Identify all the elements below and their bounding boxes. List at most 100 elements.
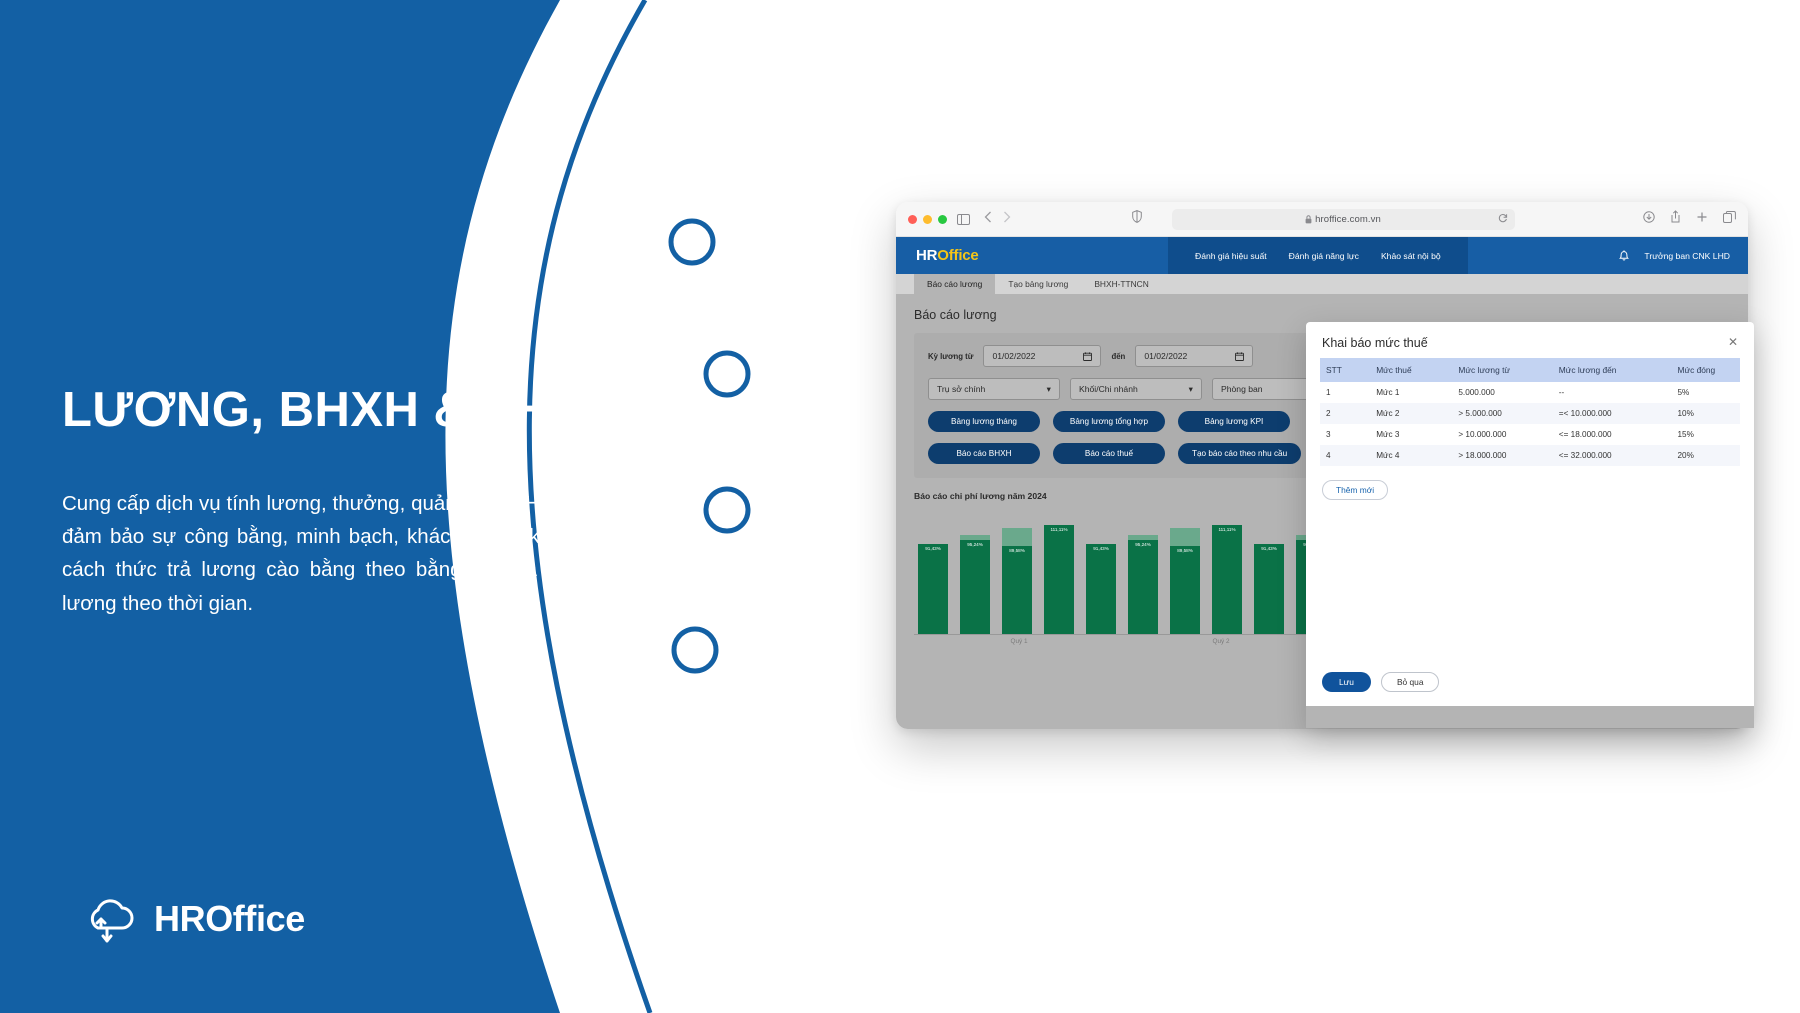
chart-x-tick-label: Quý 1 — [1010, 638, 1028, 645]
hero-body-text: Cung cấp dịch vụ tính lương, thưởng, quả… — [62, 492, 682, 615]
column-header-muc-luong-den: Mức lương đến — [1552, 358, 1672, 382]
nav-item-khao-sat-noi-bo[interactable]: Khảo sát nội bộ — [1370, 251, 1452, 261]
chart-bar: 89,58% — [1002, 528, 1032, 634]
tax-rate-modal: Khai báo mức thuế ✕ STT Mức thuế Mức lươ… — [1306, 322, 1754, 728]
button-bang-luong-thang[interactable]: Bảng lương tháng — [928, 411, 1040, 432]
top-navigation: Đánh giá hiệu suất Đánh giá năng lực Khả… — [1168, 237, 1468, 274]
sidebar-toggle-icon[interactable] — [957, 213, 970, 225]
tab-bao-cao-luong[interactable]: Báo cáo lương — [914, 274, 996, 294]
reload-icon[interactable] — [1498, 210, 1508, 228]
modal-footer: Lưu Bỏ qua — [1306, 660, 1754, 706]
period-to-value: 01/02/2022 — [1144, 351, 1188, 361]
chart-bar-label: 111,11% — [1050, 526, 1068, 532]
table-row[interactable]: 3 Mức 3 > 10.000.000 <= 18.000.000 15% — [1320, 424, 1740, 445]
plus-icon[interactable] — [1696, 210, 1708, 228]
column-header-muc-dong: Mức đóng — [1671, 358, 1740, 382]
tax-rate-table: STT Mức thuế Mức lương từ Mức lương đến … — [1320, 358, 1740, 466]
cell-muc-thue: Mức 3 — [1376, 430, 1400, 439]
cell-muc-luong-den: <= 32.000.000 — [1558, 451, 1612, 460]
close-window-button[interactable] — [908, 214, 917, 224]
chart-bar: 111,11% — [1212, 524, 1242, 634]
select-tru-so-chinh[interactable]: Trụ sở chính ▾ — [928, 378, 1060, 400]
download-icon[interactable] — [1643, 210, 1655, 228]
window-controls[interactable] — [908, 214, 947, 224]
cell-muc-dong: 10% — [1677, 409, 1694, 418]
chevron-left-icon[interactable] — [984, 210, 992, 228]
app-tabbar: Báo cáo lương Tạo bảng lương BHXH-TTNCN — [896, 274, 1748, 294]
button-bao-cao-bhxh[interactable]: Báo cáo BHXH — [928, 443, 1040, 464]
maximize-window-button[interactable] — [938, 214, 947, 224]
shield-icon[interactable] — [1131, 210, 1142, 228]
close-icon[interactable]: ✕ — [1728, 336, 1738, 348]
cell-stt: 4 — [1326, 451, 1331, 460]
chart-bar-label: 91,43% — [925, 545, 941, 551]
modal-body: STT Mức thuế Mức lương từ Mức lương đến … — [1306, 358, 1754, 660]
period-to-label: đến — [1111, 351, 1126, 361]
slide-canvas: LƯƠNG, BHXH & THUẾ Cung cấp dịch vụ tính… — [0, 0, 1800, 1013]
tab-overview-icon[interactable] — [1723, 210, 1736, 228]
cell-muc-luong-den: <= 18.000.000 — [1558, 430, 1612, 439]
select-khoi-chi-nhanh[interactable]: Khối/Chi nhánh ▾ — [1070, 378, 1202, 400]
header-right-cluster: Trưởng ban CNK LHD — [1618, 237, 1730, 274]
add-new-button[interactable]: Thêm mới — [1322, 480, 1389, 500]
button-bang-luong-kpi[interactable]: Bảng lương KPI — [1178, 411, 1290, 432]
minimize-window-button[interactable] — [923, 214, 932, 224]
period-from-value: 01/02/2022 — [992, 351, 1036, 361]
cell-muc-luong-den: =< 10.000.000 — [1558, 409, 1612, 418]
cell-muc-dong: 20% — [1677, 451, 1694, 460]
period-to-input[interactable]: 01/02/2022 — [1135, 345, 1254, 367]
page-title: LƯƠNG, BHXH & THUẾ — [62, 383, 619, 437]
chart-bar: 91,43% — [1086, 543, 1116, 634]
modal-header: Khai báo mức thuế ✕ — [1306, 322, 1754, 358]
chevron-down-icon: ▾ — [1046, 383, 1051, 394]
period-from-label: Kỳ lương từ — [928, 351, 974, 361]
calendar-icon[interactable] — [1235, 351, 1245, 361]
tab-tao-bang-luong[interactable]: Tạo bảng lương — [995, 274, 1081, 294]
app-logo-hr: HR — [916, 247, 938, 264]
button-tao-bao-cao-theo-nhu-cau[interactable]: Tạo báo cáo theo nhu cầu — [1178, 443, 1302, 464]
chart-bar-label: 89,58% — [1177, 547, 1193, 553]
cell-stt: 2 — [1326, 409, 1331, 418]
cloud-upload-download-icon — [90, 899, 134, 943]
cell-stt: 1 — [1326, 388, 1331, 397]
cell-muc-luong-den: -- — [1558, 388, 1565, 397]
chart-bar-segment-base: 91,43% — [918, 543, 948, 634]
chevron-right-icon[interactable] — [1003, 210, 1011, 228]
chart-bar-label: 95,24% — [1135, 542, 1151, 548]
table-row[interactable]: 1 Mức 1 5.000.000 -- 5% — [1320, 382, 1740, 403]
calendar-icon[interactable] — [1083, 351, 1093, 361]
nav-item-danh-gia-nang-luc[interactable]: Đánh giá năng lực — [1278, 251, 1370, 261]
cell-muc-thue: Mức 4 — [1376, 451, 1400, 460]
select-value: Phòng ban — [1221, 384, 1263, 394]
chart-bar-label: 91,43% — [1093, 545, 1109, 551]
chart-bar: 91,43% — [918, 543, 948, 634]
share-icon[interactable] — [1670, 210, 1681, 228]
chart-bar: 95,24% — [960, 535, 990, 634]
cell-muc-thue: Mức 1 — [1376, 388, 1400, 397]
bell-icon[interactable] — [1618, 249, 1630, 262]
save-button[interactable]: Lưu — [1322, 672, 1371, 692]
chart-bar-label: 89,58% — [1009, 547, 1025, 553]
nav-item-danh-gia-hieu-suat[interactable]: Đánh giá hiệu suất — [1184, 251, 1278, 261]
chart-x-tick-label: Quý 2 — [1212, 638, 1230, 645]
chart-bar: 89,58% — [1170, 528, 1200, 634]
chart-bar-segment-base: 89,58% — [1002, 545, 1032, 634]
tab-bhxh-ttncn[interactable]: BHXH-TTNCN — [1081, 274, 1161, 294]
cell-muc-luong-tu: 5.000.000 — [1458, 388, 1495, 397]
column-header-stt: STT — [1320, 358, 1371, 382]
cancel-button[interactable]: Bỏ qua — [1380, 672, 1440, 692]
period-from-input[interactable]: 01/02/2022 — [983, 345, 1102, 367]
app-logo-office: Office — [937, 247, 979, 264]
browser-toolbar: hroffice.com.vn — [896, 202, 1748, 237]
address-bar[interactable]: hroffice.com.vn — [1171, 208, 1515, 230]
chart-bar: 91,43% — [1254, 543, 1284, 634]
chart-bar-segment-base: 91,43% — [1086, 543, 1116, 634]
chart-bar-segment-base: 111,11% — [1212, 524, 1242, 634]
table-row[interactable]: 4 Mức 4 > 18.000.000 <= 32.000.000 20% — [1320, 445, 1740, 466]
user-name-label[interactable]: Trưởng ban CNK LHD — [1644, 251, 1730, 261]
app-logo[interactable]: HROffice — [916, 247, 979, 264]
modal-bottom-strip — [1306, 706, 1754, 728]
button-bang-luong-tong-hop[interactable]: Bảng lương tổng hợp — [1053, 411, 1165, 432]
table-row[interactable]: 2 Mức 2 > 5.000.000 =< 10.000.000 10% — [1320, 403, 1740, 424]
button-bao-cao-thue[interactable]: Báo cáo thuế — [1053, 443, 1165, 464]
